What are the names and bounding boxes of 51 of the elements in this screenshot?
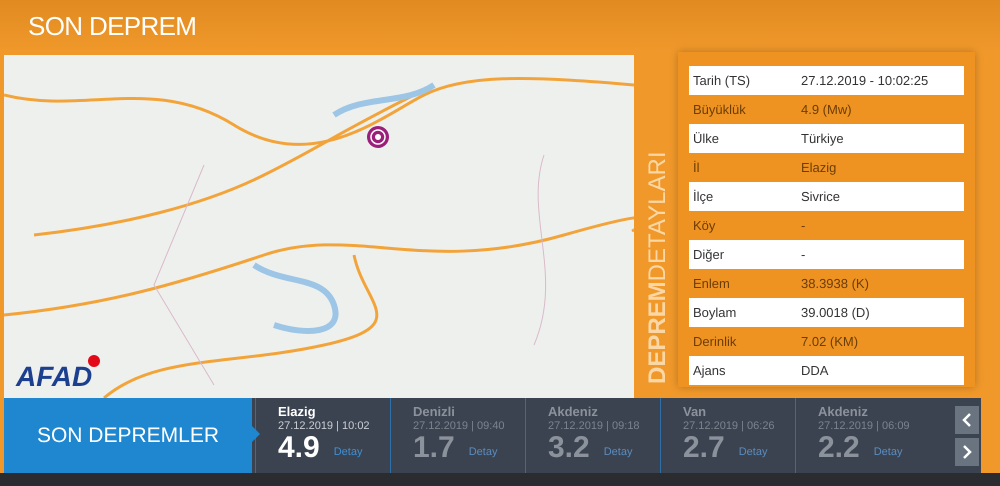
epicenter-marker-icon: [366, 125, 390, 149]
detail-link[interactable]: Detay: [468, 444, 498, 460]
detail-value: 27.12.2019 - 10:02:25: [801, 72, 928, 90]
detail-value: 7.02 (KM): [801, 332, 858, 351]
detail-label: Boylam: [693, 304, 738, 322]
detail-link[interactable]: Detay: [738, 444, 768, 460]
quake-magnitude: 2.2: [818, 432, 860, 464]
detail-label: Enlem: [693, 274, 731, 293]
detail-label: Derinlik: [693, 332, 738, 351]
quake-place: Denizli: [413, 404, 456, 420]
quake-magnitude: 1.7: [413, 432, 455, 464]
detail-value: 4.9 (Mw): [801, 100, 852, 119]
detail-value: -: [801, 246, 806, 264]
detail-label: İl: [693, 158, 700, 177]
detail-value: DDA: [801, 362, 828, 380]
detail-value: -: [801, 216, 806, 235]
detail-value: Türkiye: [801, 130, 844, 148]
detail-label: İlçe: [693, 188, 714, 206]
chevron-left-icon: [961, 412, 973, 428]
detail-link[interactable]: Detay: [334, 444, 362, 460]
detail-label: Ajans: [693, 362, 727, 380]
detail-value: 38.3938 (K): [801, 274, 869, 293]
detail-link[interactable]: Detay: [874, 444, 902, 460]
detail-label: Ülke: [693, 130, 720, 148]
page-title: SON DEPREM: [28, 10, 196, 42]
detail-label: Tarih (TS): [693, 72, 752, 90]
detail-label: Büyüklük: [693, 100, 747, 119]
detail-value: Elazig: [801, 158, 836, 177]
quake-place: Akdeniz: [818, 404, 869, 420]
next-button[interactable]: [955, 438, 979, 466]
quake-magnitude: 3.2: [548, 432, 590, 464]
logo-text: AFAD: [16, 363, 92, 391]
detail-label: Diğer: [693, 246, 726, 264]
detail-value: Sivrice: [801, 188, 840, 206]
quake-time: 27.12.2019 | 09:40: [413, 420, 506, 432]
previous-button[interactable]: [955, 406, 979, 434]
quake-magnitude: 4.9: [278, 432, 320, 464]
chevron-right-icon: [961, 444, 973, 460]
vertical-section-label: DEPREMDETAYLARI: [646, 152, 670, 384]
quake-magnitude: 2.7: [683, 432, 725, 464]
quake-time: 27.12.2019 | 09:18: [548, 420, 641, 432]
quake-time: 27.12.2019 | 06:26: [683, 420, 776, 432]
quake-place: Van: [683, 404, 708, 420]
detail-value: 39.0018 (D): [801, 304, 870, 322]
quake-place: Elazig: [278, 404, 317, 420]
quake-time: 27.12.2019 | 06:09: [818, 420, 911, 432]
pointer-icon: [252, 426, 260, 442]
quake-time: 27.12.2019 | 10:02: [278, 420, 371, 432]
quake-place: Akdeniz: [548, 404, 599, 420]
detail-link[interactable]: Detay: [604, 444, 632, 460]
detail-label: Köy: [693, 216, 716, 235]
